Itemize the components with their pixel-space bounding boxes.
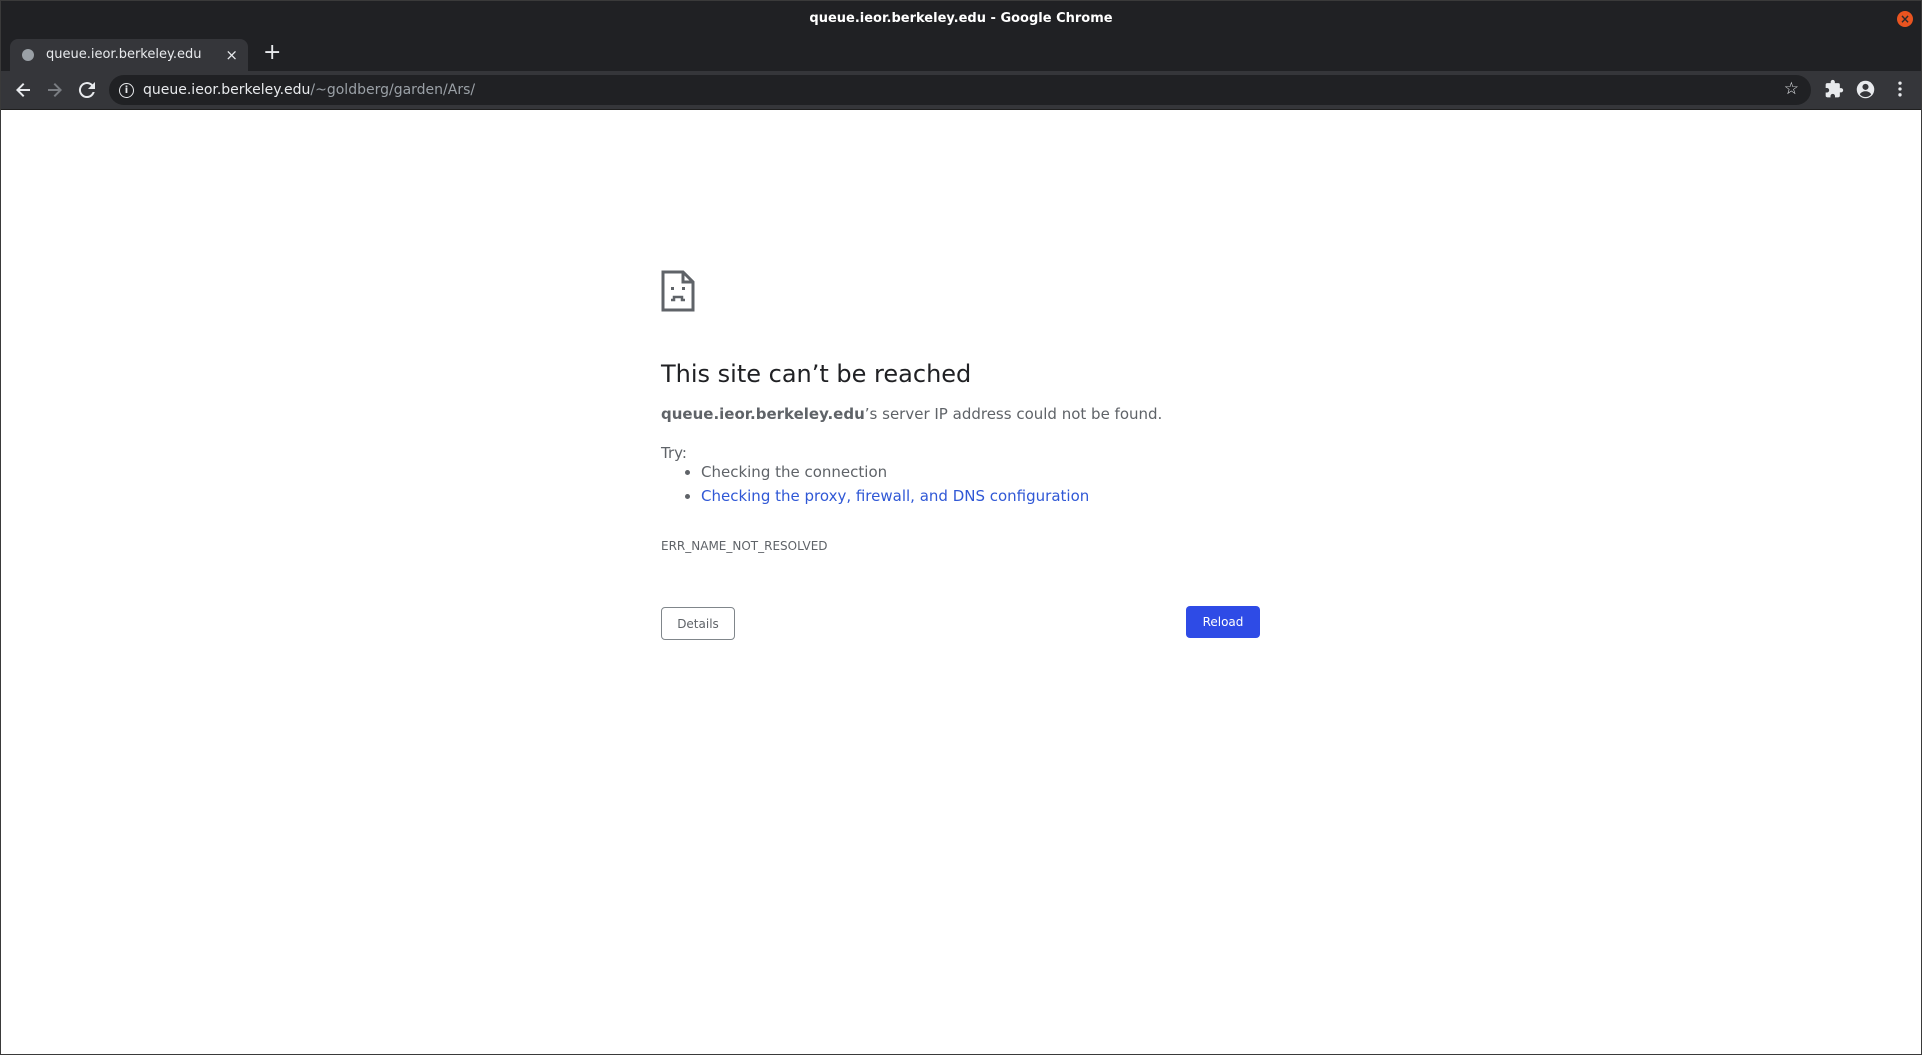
tab-strip: queue.ieor.berkeley.edu × + <box>1 37 1921 71</box>
reload-button[interactable]: Reload <box>1186 606 1260 638</box>
window-close-icon[interactable]: × <box>1897 11 1913 27</box>
proxy-firewall-dns-link[interactable]: Checking the proxy, firewall, and DNS co… <box>701 487 1089 505</box>
error-summary-text: ’s server IP address could not be found. <box>864 405 1163 423</box>
window-title: queue.ieor.berkeley.edu - Google Chrome <box>809 11 1113 26</box>
browser-toolbar: i queue.ieor.berkeley.edu/~goldberg/gard… <box>1 71 1921 110</box>
browser-window: queue.ieor.berkeley.edu - Google Chrome … <box>0 0 1922 1055</box>
url-host: queue.ieor.berkeley.edu <box>143 82 311 98</box>
url-text[interactable]: queue.ieor.berkeley.edu/~goldberg/garden… <box>143 82 475 98</box>
url-path: /~goldberg/garden/Ars/ <box>310 82 476 98</box>
sad-document-icon <box>661 270 695 312</box>
error-host: queue.ieor.berkeley.edu <box>661 405 865 423</box>
bookmark-star-icon[interactable]: ☆ <box>1784 79 1799 99</box>
info-icon[interactable]: i <box>119 83 134 98</box>
reload-icon[interactable] <box>75 78 99 102</box>
extensions-puzzle-icon[interactable] <box>1824 79 1844 99</box>
tab-close-icon[interactable]: × <box>225 46 238 64</box>
back-arrow-icon[interactable] <box>11 78 35 102</box>
forward-arrow-icon[interactable] <box>43 78 67 102</box>
globe-icon <box>22 49 34 61</box>
error-summary: queue.ieor.berkeley.edu’s server IP addr… <box>661 405 1162 423</box>
suggestions-list: Checking the connection Checking the pro… <box>661 460 1089 508</box>
error-code: ERR_NAME_NOT_RESOLVED <box>661 539 828 553</box>
suggestion-check-proxy: Checking the proxy, firewall, and DNS co… <box>701 484 1089 508</box>
page-content: This site can’t be reached queue.ieor.be… <box>1 110 1921 1054</box>
tab-title: queue.ieor.berkeley.edu <box>46 47 202 62</box>
suggestion-check-connection: Checking the connection <box>701 460 1089 484</box>
tab-active[interactable]: queue.ieor.berkeley.edu × <box>10 39 248 71</box>
kebab-menu-icon[interactable] <box>1890 79 1910 99</box>
address-bar[interactable]: i queue.ieor.berkeley.edu/~goldberg/gard… <box>109 75 1811 105</box>
error-heading: This site can’t be reached <box>661 360 972 388</box>
suggestion-text: Checking the connection <box>701 463 888 481</box>
title-bar: queue.ieor.berkeley.edu - Google Chrome … <box>1 1 1921 37</box>
new-tab-button[interactable]: + <box>263 40 281 65</box>
details-button[interactable]: Details <box>661 607 735 640</box>
profile-account-icon[interactable] <box>1855 79 1876 100</box>
